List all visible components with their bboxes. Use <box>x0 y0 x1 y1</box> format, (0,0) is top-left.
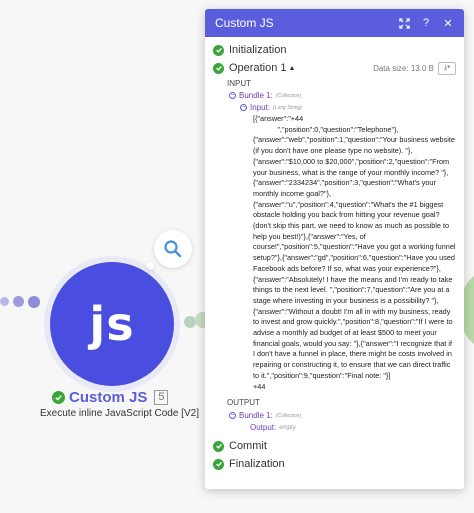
output-key-row: Output: empty <box>205 423 464 432</box>
bubble-tail <box>146 262 154 270</box>
output-value: empty <box>279 424 296 431</box>
bundle-label: Bundle 1: <box>239 411 273 421</box>
panel-header: Custom JS ? ✕ <box>205 9 464 37</box>
type-tag: (Collection) <box>275 92 302 99</box>
success-check-icon <box>213 44 224 56</box>
operation-row[interactable]: Operation 1 ▲ Data size: 13.0 B ⤓▾ <box>205 59 464 77</box>
module-subtitle: Execute inline JavaScript Code [V2] <box>40 408 199 419</box>
success-check-icon <box>213 458 224 470</box>
step-finalization[interactable]: Finalization <box>205 455 464 473</box>
close-icon[interactable]: ✕ <box>442 17 454 30</box>
output-key: Output: <box>250 423 277 433</box>
download-icon[interactable]: ⤓▾ <box>438 61 456 75</box>
step-label: Finalization <box>229 458 285 471</box>
success-check-icon <box>213 62 224 74</box>
search-icon <box>164 240 182 258</box>
connection-dot <box>13 296 24 307</box>
caret-up-icon[interactable]: ▲ <box>288 65 295 72</box>
collapse-icon[interactable]: − <box>229 92 236 99</box>
operation-label: Operation 1 <box>229 62 287 74</box>
execution-inspector-panel: Custom JS ? ✕ Initialization Operation 1… <box>205 9 464 489</box>
type-tag: (Long String) <box>273 104 302 111</box>
collapse-icon[interactable]: − <box>240 104 247 111</box>
data-size: Data size: 13.0 B <box>373 63 434 73</box>
input-key-row[interactable]: − Input: (Long String) <box>205 103 464 112</box>
module-name[interactable]: Custom JS <box>69 389 147 406</box>
panel-title: Custom JS <box>215 16 274 30</box>
bundle-label: Bundle 1: <box>239 91 273 100</box>
step-initialization[interactable]: Initialization <box>205 41 464 59</box>
module-title: Custom JS 5 <box>52 389 212 406</box>
success-check-icon <box>213 440 224 452</box>
step-commit[interactable]: Commit <box>205 437 464 455</box>
collapse-icon[interactable]: − <box>229 412 236 420</box>
expand-icon[interactable] <box>398 17 410 29</box>
success-check-icon <box>52 391 65 404</box>
input-section-label: INPUT <box>227 79 251 88</box>
step-label: Initialization <box>229 44 287 56</box>
input-value[interactable]: [{"answer":"+44 ","position":0,"question… <box>253 114 456 392</box>
connection-dot <box>28 296 40 308</box>
custom-js-module[interactable]: js <box>50 262 174 386</box>
inspect-bubble[interactable] <box>154 230 192 268</box>
output-bundle-row[interactable]: − Bundle 1: (Collection) <box>205 411 464 420</box>
output-section-label: OUTPUT <box>227 398 260 408</box>
connection-dot <box>0 297 9 306</box>
input-bundle-row[interactable]: − Bundle 1: (Collection) <box>205 91 464 100</box>
js-logo-icon: js <box>89 297 135 351</box>
type-tag: (Collection) <box>275 412 302 419</box>
step-label: Commit <box>229 440 267 453</box>
help-icon[interactable]: ? <box>420 17 432 29</box>
input-key: Input: <box>250 103 271 112</box>
module-id-badge: 5 <box>154 390 169 405</box>
